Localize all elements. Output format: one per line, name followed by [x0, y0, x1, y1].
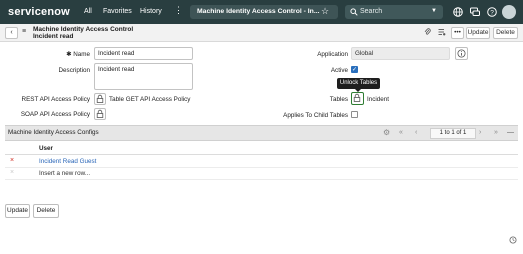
soap-policy-lookup-button[interactable]: [94, 108, 106, 120]
help-icon[interactable]: ?: [486, 6, 498, 18]
clock-icon[interactable]: [509, 236, 517, 244]
name-field[interactable]: Incident read: [94, 47, 193, 60]
next-page-icon[interactable]: ›: [479, 129, 481, 136]
update-button[interactable]: Update: [466, 27, 490, 39]
application-field: Global: [351, 47, 450, 60]
rest-policy-value: Table GET API Access Policy: [109, 96, 191, 103]
first-page-icon[interactable]: «: [399, 129, 403, 136]
list-settings-icon: [438, 29, 446, 36]
activity-stream-icon[interactable]: [438, 28, 446, 38]
delete-button[interactable]: Delete: [493, 27, 518, 39]
more-menu-icon[interactable]: ⋮: [174, 6, 183, 15]
context-title-pill[interactable]: Machine Identity Access Control - In... …: [190, 5, 338, 19]
child-tables-checkbox[interactable]: [351, 111, 358, 118]
column-header-user[interactable]: User: [39, 145, 53, 152]
application-info-button[interactable]: [455, 47, 468, 60]
global-search[interactable]: Search ▼: [345, 5, 443, 19]
paperclip-icon: [424, 28, 431, 35]
description-field[interactable]: Incident read: [94, 63, 193, 90]
checkmark-icon: ✓: [352, 67, 358, 73]
lock-icon: [96, 94, 104, 103]
child-tables-label: Applies To Child Tables: [283, 112, 348, 119]
list-settings-gear-icon[interactable]: ⚙: [383, 128, 390, 137]
info-icon: [457, 49, 466, 58]
pagination-display[interactable]: 1 to 1 of 1: [430, 128, 476, 139]
delete-row-disabled-icon: ×: [10, 169, 15, 176]
nav-favorites[interactable]: Favorites: [103, 8, 132, 15]
chevron-left-icon: ‹: [10, 29, 13, 36]
rest-policy-label: REST API Access Policy: [21, 96, 90, 103]
application-label: Application: [317, 51, 348, 58]
search-scope-dropdown-icon[interactable]: ▼: [431, 8, 441, 16]
last-page-icon[interactable]: »: [494, 129, 498, 136]
more-options-button[interactable]: •••: [451, 27, 464, 39]
table-row: × Incident Read Guest: [5, 156, 518, 168]
lock-icon: [353, 93, 361, 102]
tables-label: Tables: [329, 96, 348, 103]
back-button[interactable]: ‹: [5, 27, 18, 39]
related-list-title: Machine Identity Access Configs: [8, 129, 99, 136]
insert-new-row[interactable]: Insert a new row...: [39, 170, 90, 177]
tables-value: Incident: [367, 96, 390, 103]
context-menu-icon[interactable]: ≡: [22, 28, 26, 35]
ellipsis-icon: •••: [454, 29, 461, 36]
nav-history[interactable]: History: [140, 8, 162, 15]
record-table-title: Machine Identity Access Control: [33, 26, 134, 33]
name-label-text: Name: [73, 51, 90, 58]
footer-delete-button[interactable]: Delete: [33, 204, 59, 218]
search-input[interactable]: Search: [360, 8, 382, 15]
name-label: ✱ Name: [40, 51, 90, 58]
top-navigation-bar: servicenow All Favorites History ⋮ Machi…: [0, 0, 523, 24]
context-title: Machine Identity Access Control - In...: [197, 8, 320, 15]
nav-all[interactable]: All: [84, 8, 92, 15]
delete-row-icon[interactable]: ×: [10, 157, 14, 164]
attachment-icon[interactable]: [424, 28, 431, 38]
chat-icon[interactable]: [469, 6, 481, 18]
globe-icon[interactable]: [452, 6, 464, 18]
form-header: ‹ ≡ Machine Identity Access Control Inci…: [0, 24, 523, 42]
search-icon: [350, 8, 358, 16]
previous-page-icon[interactable]: ‹: [415, 129, 417, 136]
description-label: Description: [58, 67, 91, 74]
column-header-row: User: [5, 141, 518, 155]
unlock-tables-button[interactable]: [351, 92, 364, 105]
favorite-star-icon[interactable]: ☆: [321, 6, 329, 17]
lock-icon: [96, 109, 104, 118]
user-link[interactable]: Incident Read Guest: [39, 158, 96, 165]
user-avatar[interactable]: [502, 5, 516, 19]
record-display-name: Incident read: [33, 33, 74, 40]
footer-update-button[interactable]: Update: [5, 204, 30, 218]
active-checkbox[interactable]: ✓: [351, 66, 358, 73]
unlock-tables-tooltip: Unlock Tables: [337, 78, 380, 89]
soap-policy-label: SOAP API Access Policy: [20, 111, 90, 118]
svg-text:?: ?: [490, 9, 494, 16]
servicenow-logo[interactable]: servicenow: [8, 6, 70, 18]
table-row-insert: × Insert a new row...: [5, 168, 518, 180]
active-label: Active: [330, 67, 348, 74]
collapse-list-icon[interactable]: —: [507, 129, 514, 136]
related-list-header: Machine Identity Access Configs ⚙ « ‹ 1 …: [5, 125, 518, 141]
rest-policy-lookup-button[interactable]: [94, 93, 106, 105]
